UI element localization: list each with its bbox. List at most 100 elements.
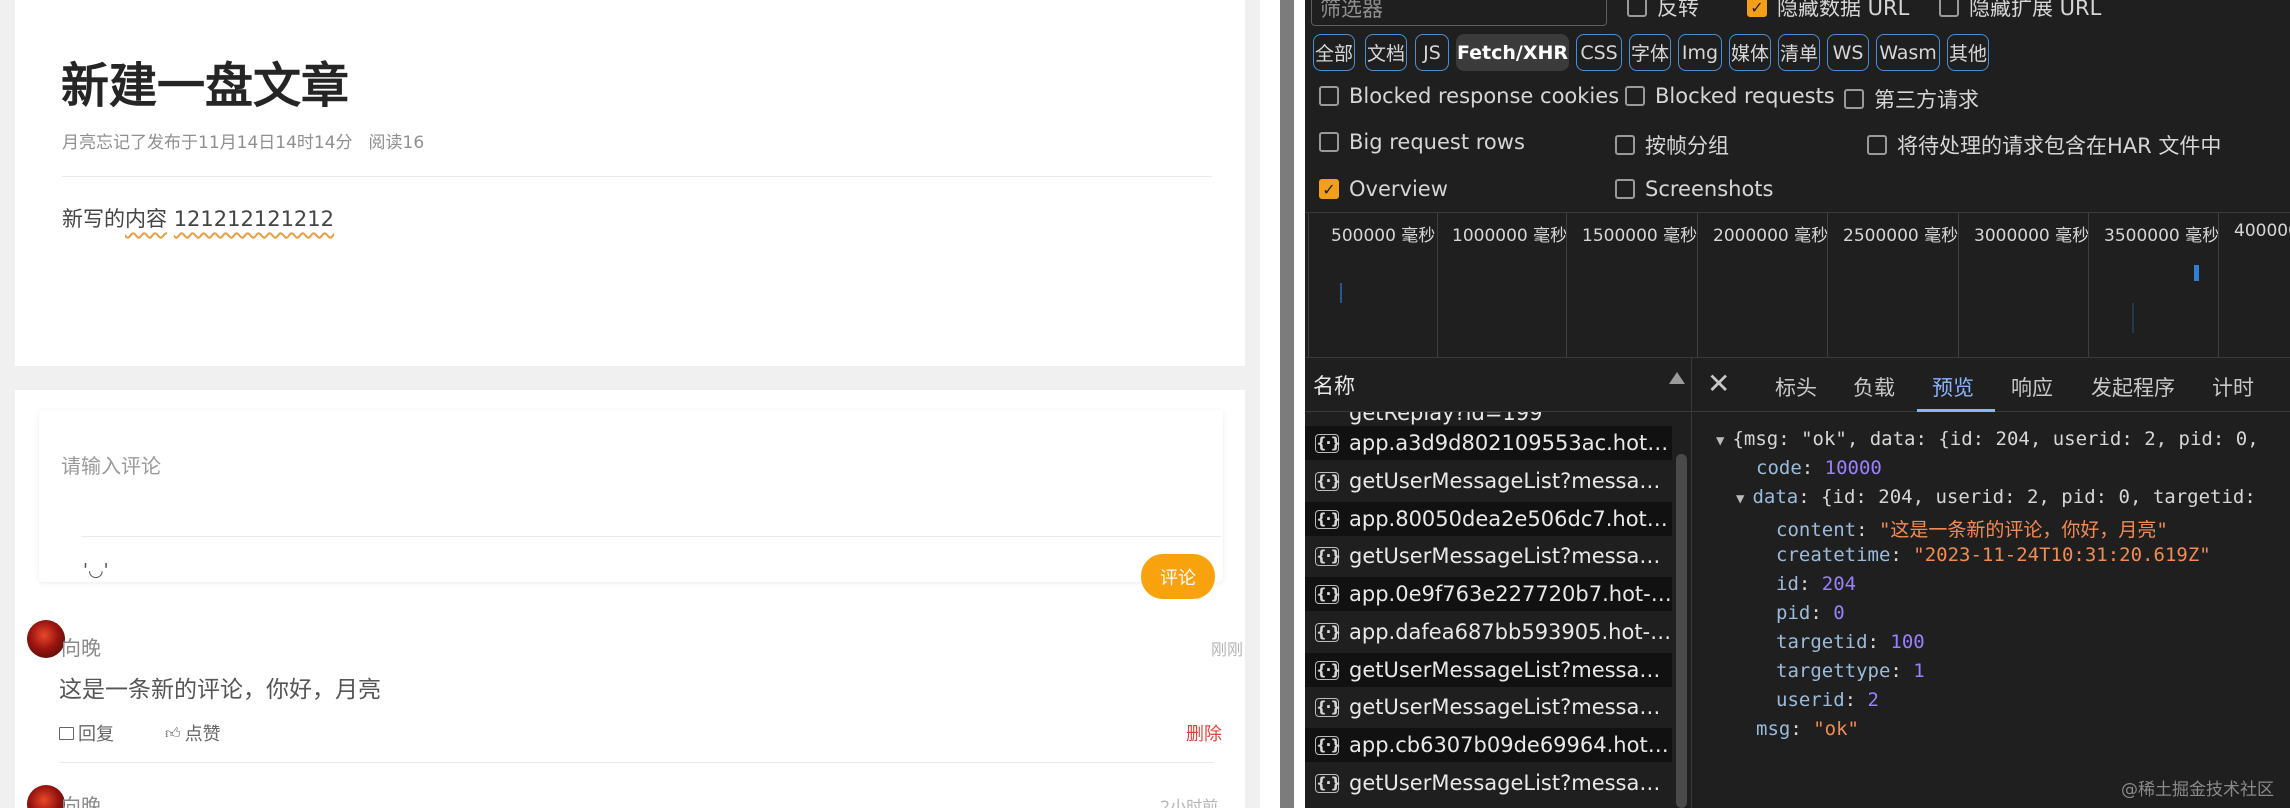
request-row[interactable]: {·} getUserMessageList?messaget...	[1305, 690, 1672, 724]
type-filter-wasm[interactable]: Wasm	[1876, 34, 1940, 71]
hide-data-url-checkbox[interactable]: ✓ 隐藏数据 URL	[1747, 0, 1909, 22]
type-filter-media[interactable]: 媒体	[1729, 34, 1771, 71]
type-filter-js[interactable]: JS	[1415, 34, 1449, 71]
json-field[interactable]: ▼ data: {id: 204, userid: 2, pid: 0, targ…	[1736, 486, 2256, 508]
json-field: id: 204	[1776, 573, 1857, 595]
type-filter-ws[interactable]: WS	[1827, 34, 1869, 71]
emoji-button[interactable]: '◡'	[83, 560, 109, 581]
request-row[interactable]: {·} getUserMessageList?messaget...	[1305, 464, 1672, 498]
article-content: 新写的内容 121212121212	[62, 203, 334, 233]
article-meta: 月亮忘记了发布于11月14日14时14分 阅读16	[62, 128, 424, 153]
type-filter-manifest[interactable]: 清单	[1778, 34, 1820, 71]
third-party-checkbox[interactable]: 第三方请求	[1844, 84, 1979, 114]
filter-bar: 筛选器 反转 ✓ 隐藏数据 URL 隐藏扩展 URL	[1305, 0, 2290, 28]
blocked-cookies-checkbox[interactable]: Blocked response cookies	[1319, 84, 1619, 108]
type-filter-font[interactable]: 字体	[1629, 34, 1671, 71]
request-row[interactable]: {·} app.0e9f763e227720b7.hot-up...	[1305, 577, 1672, 611]
name-column-header[interactable]: 名称	[1313, 370, 1355, 400]
big-request-rows-checkbox[interactable]: Big request rows	[1319, 130, 1525, 154]
blocked-requests-checkbox[interactable]: Blocked requests	[1625, 84, 1835, 108]
divider	[59, 762, 1214, 763]
avatar[interactable]	[27, 620, 65, 658]
json-value: 0	[1833, 602, 1845, 624]
comment-form: 请输入评论 '◡' 评论	[39, 410, 1223, 599]
request-name: getUserMessageList?messaget...	[1349, 695, 1672, 719]
collapse-triangle-icon[interactable]: ▼	[1716, 433, 1724, 449]
timeline-mark	[1340, 283, 1342, 303]
content-text-spellcheck: 内容	[125, 207, 167, 231]
collapse-triangle-icon[interactable]: ▼	[1736, 491, 1744, 507]
json-key: targetid	[1776, 631, 1868, 653]
checkbox-icon	[1627, 0, 1647, 17]
like-button[interactable]: 👍︎ 点赞	[165, 720, 221, 746]
tab-timing[interactable]: 计时	[2212, 372, 2254, 402]
type-filter-img[interactable]: Img	[1678, 34, 1722, 71]
request-row[interactable]: {·} getUserMessageList?messaget...	[1305, 766, 1672, 800]
comment-icon	[59, 726, 74, 740]
delete-button[interactable]: 删除	[1186, 720, 1222, 746]
xhr-icon: {·}	[1315, 697, 1341, 717]
comment-input[interactable]: 请输入评论	[61, 450, 161, 479]
checkbox-label: Blocked response cookies	[1349, 84, 1620, 108]
type-filter-doc[interactable]: 文档	[1365, 34, 1407, 71]
type-filter-other[interactable]: 其他	[1947, 34, 1989, 71]
timeline-tick	[1437, 213, 1438, 358]
comment-author[interactable]: 向晚	[61, 790, 101, 808]
invert-checkbox[interactable]: 反转	[1627, 0, 1699, 22]
json-field: createtime: "2023-11-24T10:31:20.619Z"	[1776, 544, 2211, 566]
comment-author[interactable]: 向晚	[61, 632, 101, 661]
tab-preview[interactable]: 预览	[1932, 372, 1974, 402]
request-row[interactable]: {·} getUserMessageList?messaget...	[1305, 539, 1672, 573]
close-icon[interactable]: ✕	[1707, 370, 1730, 398]
blog-page: 新建一盘文章 月亮忘记了发布于11月14日14时14分 阅读16 新写的内容 12…	[0, 0, 1260, 808]
checkbox-label: Screenshots	[1645, 177, 1774, 201]
avatar[interactable]	[27, 785, 65, 808]
tab-initiator[interactable]: 发起程序	[2091, 372, 2175, 402]
screenshots-checkbox[interactable]: Screenshots	[1615, 177, 1773, 201]
tab-response[interactable]: 响应	[2011, 372, 2053, 402]
request-row[interactable]: {·} getUserMessageList?messaget...	[1305, 653, 1672, 687]
scrollbar-thumb[interactable]	[1676, 454, 1687, 808]
checkbox-label: 第三方请求	[1874, 88, 1979, 112]
json-value: "ok"	[1813, 718, 1859, 740]
json-value: 100	[1890, 631, 1925, 653]
sort-ascending-icon[interactable]	[1669, 372, 1685, 384]
type-filter-fetch-xhr[interactable]: Fetch/XHR	[1456, 34, 1569, 71]
type-filter-all[interactable]: 全部	[1313, 34, 1355, 71]
panel-resize-handle[interactable]	[1280, 0, 1294, 808]
har-pending-checkbox[interactable]: 将待处理的请求包含在HAR 文件中	[1867, 130, 2221, 160]
type-filter-css[interactable]: CSS	[1576, 34, 1622, 71]
request-row[interactable]: {·} app.dafea687bb593905.hot-up...	[1305, 615, 1672, 649]
request-name: getUserMessageList?messaget...	[1349, 771, 1672, 795]
watermark: @稀土掘金技术社区	[2121, 780, 2274, 800]
filter-input[interactable]: 筛选器	[1311, 0, 1607, 26]
submit-comment-button[interactable]: 评论	[1141, 554, 1215, 599]
reply-button[interactable]: 回复	[59, 720, 114, 746]
request-row[interactable]: {·} app.cb6307b09de69964.hot-up...	[1305, 728, 1672, 762]
xhr-icon: {·}	[1315, 622, 1341, 642]
hide-extension-url-checkbox[interactable]: 隐藏扩展 URL	[1939, 0, 2101, 22]
request-name: getUserMessageList?messaget...	[1349, 469, 1672, 493]
checkbox-icon	[1939, 0, 1959, 17]
timeline-overview[interactable]: 500000 毫秒 1000000 毫秒 1500000 毫秒 2000000 …	[1305, 212, 2290, 358]
xhr-icon: {·}	[1315, 735, 1341, 755]
tab-payload[interactable]: 负载	[1853, 372, 1895, 402]
request-name: getUserMessageList?messaget...	[1349, 544, 1672, 568]
timeline-tick	[2088, 213, 2089, 358]
article-author-date: 月亮忘记了发布于11月14日14时14分	[62, 133, 353, 153]
comment-time: 刚刚	[1211, 640, 1244, 659]
request-row[interactable]: {·} app.a3d9d802109553ac.hot-up...	[1305, 426, 1672, 460]
article-views: 阅读16	[368, 133, 425, 153]
json-value: "这是一条新的评论，你好，月亮"	[1878, 519, 2168, 541]
request-row[interactable]: {·} app.80050dea2e506dc7.hot-up...	[1305, 502, 1672, 536]
tab-headers[interactable]: 标头	[1775, 372, 1817, 402]
xhr-icon: {·}	[1315, 773, 1341, 793]
network-table-header: 名称 ✕ 标头 负载 预览 响应 发起程序 计时	[1305, 357, 2290, 412]
xhr-icon: {·}	[1315, 584, 1341, 604]
content-space	[167, 207, 174, 231]
json-root-line[interactable]: ▼ {msg: "ok", data: {id: 204, userid: 2, …	[1716, 428, 2259, 450]
overview-checkbox[interactable]: ✓ Overview	[1319, 177, 1448, 201]
xhr-icon: {·}	[1315, 546, 1341, 566]
group-by-frame-checkbox[interactable]: 按帧分组	[1615, 130, 1729, 160]
checkbox-icon	[1319, 132, 1339, 152]
